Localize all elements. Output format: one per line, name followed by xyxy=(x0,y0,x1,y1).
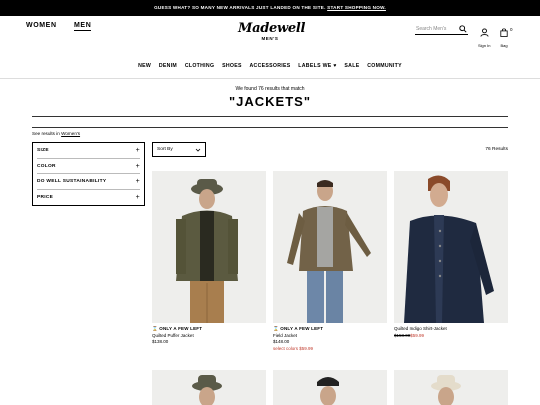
product-image[interactable] xyxy=(152,370,266,405)
brand-logo[interactable]: Madewell MEN'S xyxy=(238,21,306,42)
search-placeholder: Search Men's xyxy=(416,26,447,32)
plus-icon: + xyxy=(135,147,140,154)
product-name[interactable]: Quilted Puffer Jacket xyxy=(152,333,266,340)
men-link[interactable]: MEN xyxy=(74,22,92,31)
see-results-prefix: See results in xyxy=(32,131,60,136)
product-card[interactable]: Quilted Indigo Shirt-Jacket $158.00$59.9… xyxy=(394,171,508,339)
filter-label: DO WELL SUSTAINABILITY xyxy=(37,179,107,184)
product-image[interactable] xyxy=(273,171,387,323)
hourglass-icon: ⌛ xyxy=(273,326,279,331)
nav-accessories[interactable]: ACCESSORIES xyxy=(249,63,290,69)
product-photo-quilted-puffer-jacket xyxy=(152,171,266,323)
product-card[interactable]: ⌛ ONLY A FEW LEFT Field Jacket $148.00 s… xyxy=(273,171,387,352)
sort-by-select[interactable]: Sort By xyxy=(152,142,206,157)
product-photo-field-jacket xyxy=(273,171,387,323)
low-stock-badge: ⌛ ONLY A FEW LEFT xyxy=(152,326,266,333)
plus-icon: + xyxy=(135,193,140,201)
sign-in-button[interactable]: Sign In xyxy=(478,24,490,48)
plus-icon: + xyxy=(135,162,140,170)
women-link[interactable]: WOMEN xyxy=(26,22,57,29)
bag-button[interactable]: Bag xyxy=(500,24,508,48)
nav-new[interactable]: NEW xyxy=(138,63,151,69)
filter-label: COLOR xyxy=(37,163,56,169)
search-input[interactable]: Search Men's xyxy=(415,24,468,35)
filter-price[interactable]: PRICE + xyxy=(37,190,140,206)
nav-clothing[interactable]: CLOTHING xyxy=(185,63,215,69)
plus-icon: + xyxy=(135,178,140,185)
sort-label: Sort By xyxy=(157,147,173,152)
product-name[interactable]: Quilted Indigo Shirt-Jacket xyxy=(394,326,508,333)
search-icon[interactable] xyxy=(459,25,467,33)
filter-sustainability[interactable]: DO WELL SUSTAINABILITY + xyxy=(37,174,140,190)
bag-count: 0 xyxy=(510,27,513,32)
heading-rule-top xyxy=(32,116,508,117)
nav-shoes[interactable]: SHOES xyxy=(222,63,242,69)
product-price: $158.00$59.99 xyxy=(394,333,508,340)
brand-subtitle: MEN'S xyxy=(261,36,279,41)
badge-text: ONLY A FEW LEFT xyxy=(280,326,324,331)
product-photo-quilted-indigo-shirt-jacket xyxy=(394,171,508,323)
search-query-title: "JACKETS" xyxy=(228,94,311,109)
chevron-down-icon xyxy=(195,143,201,163)
product-image[interactable] xyxy=(152,171,266,323)
product-name[interactable]: Field Jacket xyxy=(273,333,387,340)
filter-panel: SIZE + COLOR + DO WELL SUSTAINABILITY + … xyxy=(32,142,145,206)
brand-name: Madewell xyxy=(238,21,306,36)
product-image[interactable] xyxy=(394,171,508,323)
promo-banner: GUESS WHAT? SO MANY NEW ARRIVALS JUST LA… xyxy=(0,0,540,16)
product-photo-cream-bucket-hat xyxy=(394,370,508,405)
product-price: $138.00 xyxy=(152,339,169,345)
heading-rule-bottom xyxy=(32,127,508,128)
nav-labels-we-love[interactable]: LABELS WE ♥ xyxy=(298,63,336,69)
hourglass-icon: ⌛ xyxy=(152,326,158,331)
original-price: $158.00 xyxy=(394,332,411,338)
product-price: $148.00 xyxy=(273,339,290,345)
product-card[interactable]: ⌛ ONLY A FEW LEFT Quilted Puffer Jacket … xyxy=(152,171,266,346)
results-count: 76 Results xyxy=(485,147,508,152)
nav-sale[interactable]: SALE xyxy=(344,63,359,69)
filter-label: SIZE xyxy=(37,148,49,153)
bag-label: Bag xyxy=(500,43,508,48)
badge-text: ONLY A FEW LEFT xyxy=(159,326,203,331)
see-results-in: See results in Women's xyxy=(32,131,80,136)
product-photo-cap xyxy=(273,370,387,405)
bag-icon xyxy=(500,28,508,37)
user-icon xyxy=(480,28,489,37)
low-stock-badge: ⌛ ONLY A FEW LEFT xyxy=(273,326,387,333)
results-found-text: We found 76 results that match xyxy=(235,86,305,92)
promo-text: GUESS WHAT? SO MANY NEW ARRIVALS JUST LA… xyxy=(154,5,326,10)
sale-colors-note: select colors $59.99 xyxy=(273,345,314,351)
product-image[interactable] xyxy=(394,370,508,405)
sign-in-label: Sign In xyxy=(478,43,491,48)
promo-shop-link[interactable]: START SHOPPING NOW. xyxy=(327,5,386,10)
main-nav: NEW DENIM CLOTHING SHOES ACCESSORIES LAB… xyxy=(0,63,540,69)
filter-label: PRICE xyxy=(37,194,54,200)
product-photo-bucket-hat xyxy=(152,370,266,405)
filter-color[interactable]: COLOR + xyxy=(37,159,140,174)
filter-size[interactable]: SIZE + xyxy=(37,143,140,159)
nav-denim[interactable]: DENIM xyxy=(159,63,177,69)
sale-price: $59.99 xyxy=(410,332,425,338)
nav-community[interactable]: COMMUNITY xyxy=(367,63,402,69)
see-results-womens-link[interactable]: Women's xyxy=(61,131,80,136)
nav-divider xyxy=(0,78,540,79)
product-image[interactable] xyxy=(273,370,387,405)
